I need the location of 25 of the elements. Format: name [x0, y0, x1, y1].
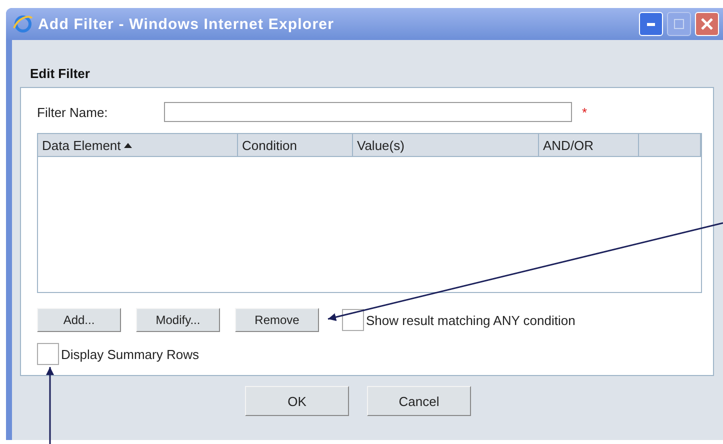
checkbox[interactable]	[342, 309, 364, 331]
checkbox[interactable]	[37, 343, 59, 365]
action-button[interactable]: Remove	[235, 308, 319, 332]
action-button[interactable]: Add...	[37, 308, 121, 332]
field-label: Filter Name:	[37, 104, 109, 120]
sort-ascending-icon	[124, 142, 132, 148]
close-icon	[701, 18, 713, 30]
filter-name-field[interactable]	[164, 102, 572, 122]
required-mark: *	[582, 104, 588, 120]
checkbox-label: Show result matching ANY condition	[366, 312, 576, 328]
close-button[interactable]	[695, 12, 719, 36]
action-button[interactable]: Modify...	[136, 308, 220, 332]
column-header[interactable]: AND/OR	[539, 134, 639, 156]
column-header[interactable]: Condition	[238, 134, 353, 156]
browser-logo-icon	[12, 14, 34, 34]
section-title: Edit Filter	[30, 66, 91, 81]
column-header[interactable]: Data Element	[38, 134, 238, 156]
window-title: Add Filter - Windows Internet Explorer	[38, 16, 336, 32]
column-header[interactable]: Value(s)	[353, 134, 539, 156]
action-button[interactable]: OK	[245, 386, 349, 416]
checkbox-label: Display Summary Rows	[61, 346, 199, 362]
minimize-button[interactable]	[639, 12, 663, 36]
action-button[interactable]: Cancel	[367, 386, 471, 416]
maximize-icon	[674, 19, 684, 29]
minimize-icon	[647, 22, 655, 26]
